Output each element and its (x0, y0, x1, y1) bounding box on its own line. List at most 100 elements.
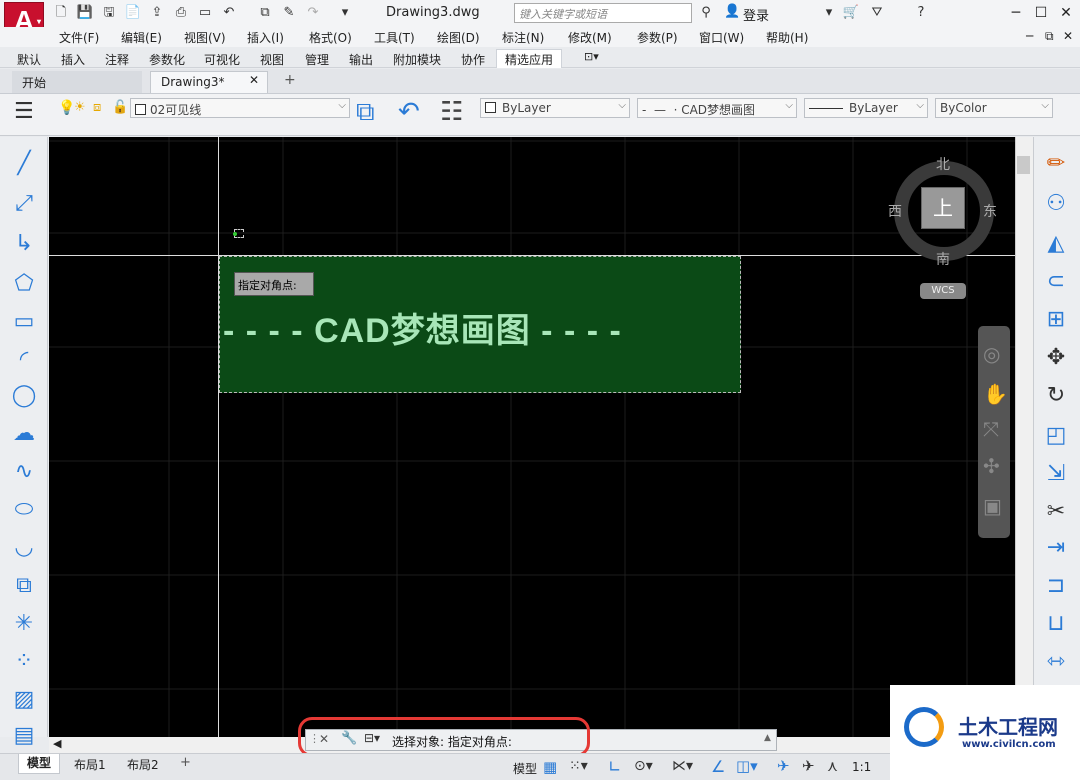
tab-parametric[interactable]: 参数化 (149, 51, 185, 68)
tab-collaborate[interactable]: 协作 (461, 51, 485, 68)
command-history-icon[interactable]: ▲ (764, 733, 771, 743)
annotation-scale-icon[interactable]: ⋏ (827, 757, 838, 775)
a360-icon[interactable]: ⛛ (868, 5, 886, 21)
wcs-menu[interactable]: WCS (920, 283, 966, 299)
menu-format[interactable]: 格式(O) (309, 29, 352, 46)
tab-output[interactable]: 输出 (349, 51, 373, 68)
help-icon[interactable]: ? (912, 5, 930, 21)
polar-icon[interactable]: ⊙▾ (634, 758, 653, 774)
viewcube-north[interactable]: 北 (936, 154, 950, 174)
save-as-icon[interactable]: 🖫 (100, 5, 118, 21)
model-space-button[interactable]: 模型 (513, 760, 537, 777)
ellipse-arc-icon[interactable]: ◡ (6, 530, 42, 566)
showmotion-icon[interactable]: ▣ (983, 494, 1002, 518)
gradient-icon[interactable]: ▤ (6, 718, 42, 754)
tab-featured-apps[interactable]: 精选应用 (505, 51, 553, 68)
tab-insert[interactable]: 插入 (61, 51, 85, 68)
previous-layer-icon[interactable]: ↶ (398, 97, 420, 127)
close-button[interactable]: ✕ (1056, 4, 1076, 22)
import-icon[interactable]: ⇪ (148, 5, 166, 21)
mirror-icon[interactable]: ◭ (1038, 226, 1074, 262)
binoculars-icon[interactable]: ⚲ (697, 5, 715, 21)
scroll-left-icon[interactable]: ◀ (53, 737, 61, 750)
redo-icon[interactable]: ↷ (304, 5, 322, 21)
open-file-icon[interactable]: 📄 (124, 5, 142, 21)
menu-dimension[interactable]: 标注(N) (502, 29, 544, 46)
match-icon[interactable]: ✎ (280, 5, 298, 21)
layout-tab-model[interactable]: 模型 (18, 754, 60, 774)
scale-value[interactable]: 1:1 (852, 760, 871, 774)
doc-minimize-button[interactable]: ─ (1026, 29, 1033, 43)
ortho-icon[interactable]: ∟ (608, 757, 621, 776)
isodraft-icon[interactable]: ⋉▾ (672, 758, 693, 774)
close-tab-icon[interactable]: ✕ (249, 73, 259, 87)
construction-line-icon[interactable]: ⤢ (6, 186, 42, 222)
layer-dropdown[interactable]: 02可见线 (130, 98, 350, 118)
chamfer-icon[interactable]: ⇿ (1038, 644, 1074, 680)
layer-viewport-icon[interactable]: ⧈ (93, 100, 101, 115)
doc-close-button[interactable]: ✕ (1063, 29, 1073, 43)
menu-window[interactable]: 窗口(W) (699, 29, 744, 46)
print-icon[interactable]: ⎙ (172, 5, 190, 21)
pan-icon[interactable]: ✋ (983, 382, 1008, 406)
viewcube-west[interactable]: 西 (888, 201, 902, 221)
rotate-icon[interactable]: ↻ (1038, 378, 1074, 414)
point-icon[interactable]: ⁘ (6, 644, 42, 680)
layer-freeze-icon[interactable]: ☀ (74, 100, 86, 115)
copy-icon[interactable]: ⧉ (256, 5, 274, 21)
auto-scale-icon[interactable]: ✈ (802, 757, 815, 775)
grid-toggle-icon[interactable]: ▦ (543, 758, 557, 776)
layer-states-icon[interactable]: ☷ (440, 97, 463, 127)
menu-help[interactable]: 帮助(H) (766, 29, 808, 46)
orbit-icon[interactable]: ✣ (983, 454, 1000, 478)
erase-icon[interactable]: ✏ (1038, 146, 1074, 182)
menu-draw[interactable]: 绘图(D) (437, 29, 480, 46)
offset-icon[interactable]: ⊂ (1038, 264, 1074, 300)
vertical-scroll-thumb[interactable] (1017, 156, 1030, 174)
vertical-scrollbar[interactable] (1015, 137, 1033, 737)
menu-tools[interactable]: 工具(T) (374, 29, 415, 46)
line-icon[interactable]: ╱ (6, 146, 42, 182)
menu-parametric[interactable]: 参数(P) (637, 29, 678, 46)
move-icon[interactable]: ✥ (1038, 340, 1074, 376)
polyline-icon[interactable]: ↳ (6, 226, 42, 262)
copy-object-icon[interactable]: ⚇ (1038, 186, 1074, 222)
drawing-canvas[interactable]: 指定对角点: - - - - CAD梦想画图 - - - - 上 北 南 东 西… (49, 137, 1015, 737)
object-snap-icon[interactable]: ◫▾ (736, 757, 758, 775)
plotstyle-dropdown[interactable]: ByColor (935, 98, 1053, 118)
hatch-icon[interactable]: ▨ (6, 682, 42, 718)
undo-icon[interactable]: ↶ (220, 5, 238, 21)
lineweight-dropdown[interactable]: ByLayer (804, 98, 928, 118)
new-layout-icon[interactable]: + (180, 755, 191, 770)
make-block-icon[interactable]: ✳ (6, 606, 42, 642)
polygon-icon[interactable]: ⬠ (6, 266, 42, 302)
maximize-button[interactable]: ☐ (1031, 4, 1051, 22)
search-input[interactable]: 键入关键字或短语 (514, 3, 692, 23)
menu-file[interactable]: 文件(F) (59, 29, 99, 46)
doc-restore-button[interactable]: ⧉ (1045, 29, 1054, 44)
linetype-dropdown[interactable]: - — · CAD梦想画图 (637, 98, 797, 118)
menu-view[interactable]: 视图(V) (184, 29, 226, 46)
qa-dropdown-icon[interactable]: ▾ (336, 5, 354, 21)
viewcube-east[interactable]: 东 (983, 201, 997, 221)
layer-properties-icon[interactable]: ☰ (14, 99, 34, 124)
scale-icon[interactable]: ◰ (1038, 418, 1074, 454)
join-icon[interactable]: ⊔ (1038, 606, 1074, 642)
spline-icon[interactable]: ∿ (6, 454, 42, 490)
rectangle-icon[interactable]: ▭ (6, 304, 42, 340)
tab-addins[interactable]: 附加模块 (393, 51, 441, 68)
revision-cloud-icon[interactable]: ☁ (6, 416, 42, 452)
layout-tab-2[interactable]: 布局2 (127, 756, 159, 773)
match-layer-icon[interactable]: ⧉ (356, 97, 375, 128)
cart-icon[interactable]: 🛒 (842, 5, 860, 21)
login-dropdown-icon[interactable]: ▾ (820, 5, 838, 21)
file-tab-start[interactable]: 开始 (12, 71, 142, 93)
color-dropdown[interactable]: ByLayer (480, 98, 630, 118)
viewcube-south[interactable]: 南 (936, 249, 950, 269)
ribbon-options-icon[interactable]: ⊡▾ (584, 50, 599, 63)
annotation-visibility-icon[interactable]: ✈ (777, 757, 790, 775)
tab-default[interactable]: 默认 (17, 51, 41, 68)
layer-lock-icon[interactable]: 🔓 (112, 100, 128, 115)
tab-annotate[interactable]: 注释 (105, 51, 129, 68)
snap-toggle-icon[interactable]: ⁙▾ (569, 758, 588, 774)
